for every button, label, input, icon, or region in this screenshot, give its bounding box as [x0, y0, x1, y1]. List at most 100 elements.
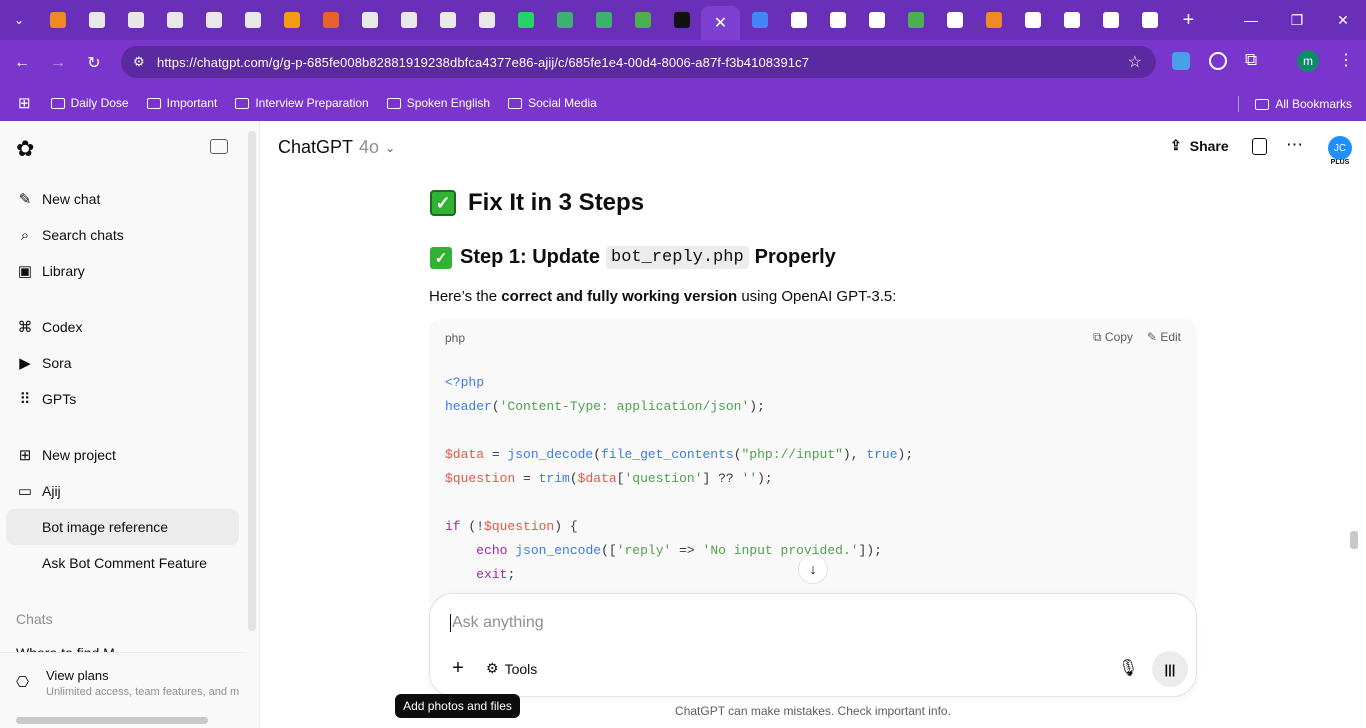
sidebar-item-new-chat[interactable]: ✎ New chat: [6, 181, 239, 217]
minimize-button[interactable]: —: [1228, 0, 1274, 40]
sidebar-item-codex[interactable]: ⌘ Codex: [6, 309, 239, 345]
address-bar[interactable]: ⚙ https://chatgpt.com/g/g-p-685fe008b828…: [121, 46, 1156, 78]
browser-tab[interactable]: [77, 0, 116, 40]
browser-tab[interactable]: [272, 0, 311, 40]
browser-tab[interactable]: [116, 0, 155, 40]
sidebar-item-label: Ask Bot Comment Feature: [42, 555, 207, 571]
sidebar-item-library[interactable]: ▣ Library: [6, 253, 239, 289]
arrow-right-icon: →: [50, 53, 66, 71]
view-plans-button[interactable]: ⎔ View plans Unlimited access, team feat…: [0, 652, 247, 710]
extension-icon[interactable]: [1209, 52, 1227, 70]
sidebar-item-gpts[interactable]: ⠿ GPTs: [6, 381, 239, 417]
browser-tab[interactable]: [545, 0, 584, 40]
gpts-icon: ⠿: [19, 391, 31, 408]
bookmark-star-icon[interactable]: ☆: [1128, 52, 1142, 72]
sidebar-item-project-ajij[interactable]: ▭ Ajij: [6, 473, 239, 509]
browser-tab[interactable]: [467, 0, 506, 40]
sidebar-item-new-project[interactable]: ⊞ New project: [6, 437, 239, 473]
bookmark-folder[interactable]: Spoken English: [386, 96, 490, 110]
site-info-icon[interactable]: ⚙: [133, 54, 145, 70]
search-icon: ⌕: [20, 226, 30, 244]
chatgpt-logo-icon[interactable]: ✿: [16, 136, 34, 162]
browser-tab[interactable]: [935, 0, 974, 40]
browser-tab[interactable]: [506, 0, 545, 40]
browser-tab[interactable]: [233, 0, 272, 40]
browser-tab[interactable]: [1013, 0, 1052, 40]
user-avatar[interactable]: JC: [1328, 136, 1352, 160]
scroll-down-button[interactable]: ↓: [798, 554, 828, 584]
sidebar-scrollbar[interactable]: [248, 131, 256, 631]
browser-tab[interactable]: [389, 0, 428, 40]
close-window-button[interactable]: ✕: [1320, 0, 1366, 40]
browser-tab[interactable]: [974, 0, 1013, 40]
sidebar-item-search-chats[interactable]: ⌕ Search chats: [6, 217, 239, 253]
browser-tab[interactable]: [779, 0, 818, 40]
browser-tab[interactable]: [623, 0, 662, 40]
browser-tab[interactable]: [311, 0, 350, 40]
tab-favicon-icon: [907, 12, 924, 28]
notes-icon[interactable]: [1252, 138, 1267, 155]
browser-tab[interactable]: [194, 0, 233, 40]
waveform-icon: |||: [1164, 661, 1176, 677]
bookmark-folder[interactable]: Daily Dose: [50, 96, 129, 110]
message-composer: Ask anything + ⚙ Tools 🎙 |||: [429, 593, 1197, 697]
tab-search-button[interactable]: ⌄: [0, 0, 38, 40]
extension-icon[interactable]: [1172, 52, 1190, 70]
browser-tab[interactable]: [896, 0, 935, 40]
browser-tab[interactable]: [350, 0, 389, 40]
prompt-input[interactable]: Ask anything: [450, 614, 544, 632]
browser-tab[interactable]: [584, 0, 623, 40]
tools-button[interactable]: ⚙ Tools: [486, 660, 537, 677]
browser-tab[interactable]: [818, 0, 857, 40]
bookmark-folder[interactable]: Important: [146, 96, 218, 110]
sidebar-item-sora[interactable]: ▶ Sora: [6, 345, 239, 381]
restore-button[interactable]: ❐: [1274, 0, 1320, 40]
url-text[interactable]: https://chatgpt.com/g/g-p-685fe008b82881…: [157, 55, 809, 70]
horizontal-scrollbar[interactable]: [16, 717, 208, 724]
extensions-puzzle-icon[interactable]: ⧉: [1245, 50, 1257, 70]
new-chat-icon: ✎: [18, 191, 32, 208]
bookmark-label: Interview Preparation: [255, 96, 369, 110]
share-button[interactable]: ⇪ Share: [1170, 137, 1229, 154]
profile-avatar[interactable]: m: [1297, 50, 1319, 72]
browser-menu-icon[interactable]: ⋮: [1338, 50, 1354, 70]
more-options-icon[interactable]: ⋯: [1286, 135, 1303, 155]
sidebar-toggle-icon[interactable]: [210, 139, 228, 154]
sidebar-item-ask-bot-comment[interactable]: Ask Bot Comment Feature: [6, 545, 239, 581]
browser-tab[interactable]: [428, 0, 467, 40]
close-tab-icon[interactable]: ✕: [714, 13, 727, 33]
tab-favicon-icon: [673, 12, 690, 28]
apps-grid-icon[interactable]: ⊞: [18, 94, 31, 112]
browser-tab[interactable]: [1091, 0, 1130, 40]
bookmark-folder[interactable]: Interview Preparation: [235, 96, 369, 110]
browser-tab[interactable]: [155, 0, 194, 40]
tab-favicon-icon: [1141, 12, 1158, 28]
sidebar-item-bot-image-reference[interactable]: Bot image reference: [6, 509, 239, 545]
microphone-icon[interactable]: 🎙: [1118, 658, 1138, 678]
bookmark-folder[interactable]: Social Media: [508, 96, 597, 110]
browser-tab[interactable]: ✕: [701, 6, 740, 40]
back-button[interactable]: ←: [4, 45, 40, 81]
main-scrollbar[interactable]: [1350, 531, 1358, 549]
browser-tab[interactable]: [662, 0, 701, 40]
heading-text: Properly: [754, 246, 836, 268]
add-attachment-button[interactable]: +: [444, 654, 472, 682]
browser-tab[interactable]: [1130, 0, 1169, 40]
new-tab-button[interactable]: +: [1169, 0, 1208, 40]
view-plans-subtitle: Unlimited access, team features, and m: [46, 686, 240, 698]
browser-tab[interactable]: [1052, 0, 1091, 40]
browser-tab[interactable]: [38, 0, 77, 40]
voice-mode-button[interactable]: |||: [1152, 651, 1188, 687]
browser-tab[interactable]: [740, 0, 779, 40]
share-icon: ⇪: [1170, 137, 1182, 153]
model-selector[interactable]: ChatGPT 4o ⌄: [278, 137, 395, 158]
browser-tab[interactable]: [857, 0, 896, 40]
plus-icon: +: [452, 656, 464, 679]
copy-button[interactable]: ⧉ Copy: [1093, 330, 1133, 345]
reload-button[interactable]: ↻: [76, 45, 112, 81]
forward-button[interactable]: →: [40, 45, 76, 81]
bookmark-label: Important: [166, 96, 218, 110]
chat-header: ChatGPT 4o ⌄ ⇪ Share ⋯ JC PLUS: [260, 121, 1366, 173]
edit-button[interactable]: ✎ Edit: [1147, 330, 1181, 345]
all-bookmarks-button[interactable]: All Bookmarks: [1238, 96, 1352, 112]
